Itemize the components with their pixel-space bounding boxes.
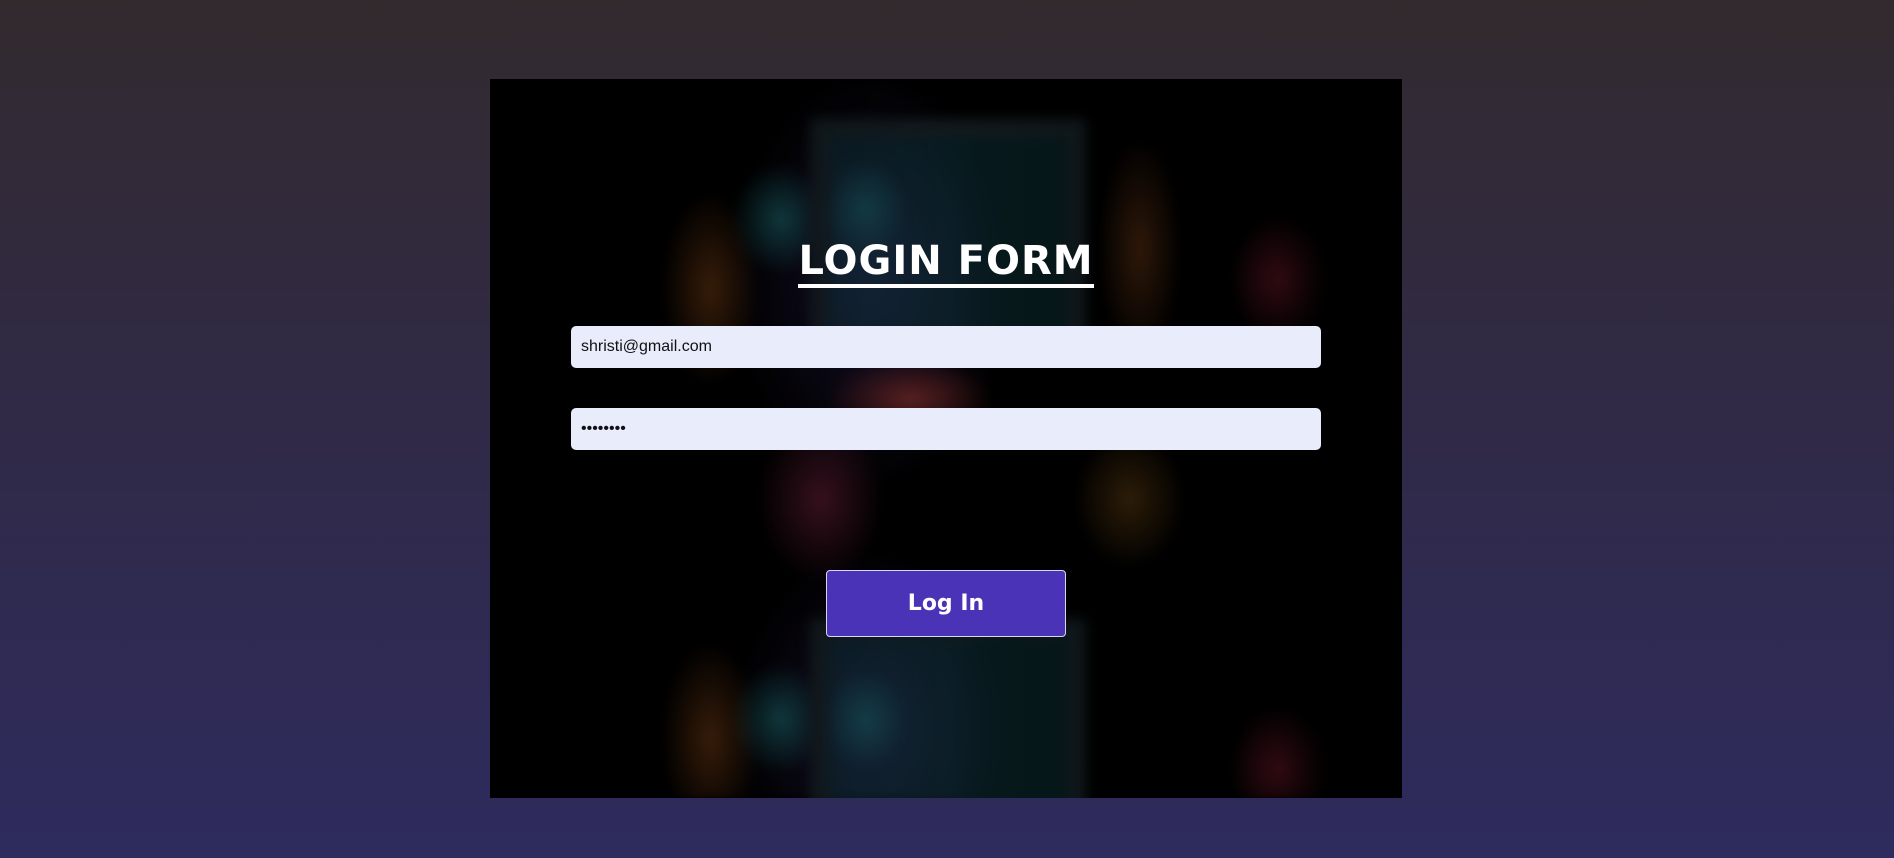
password-field[interactable]	[571, 408, 1321, 450]
login-button[interactable]: Log In	[826, 570, 1066, 637]
email-field[interactable]	[571, 326, 1321, 368]
form-title: LOGIN FORM	[490, 236, 1402, 288]
login-card: LOGIN FORM Log In	[490, 79, 1402, 798]
form-title-text: LOGIN FORM	[798, 238, 1094, 288]
